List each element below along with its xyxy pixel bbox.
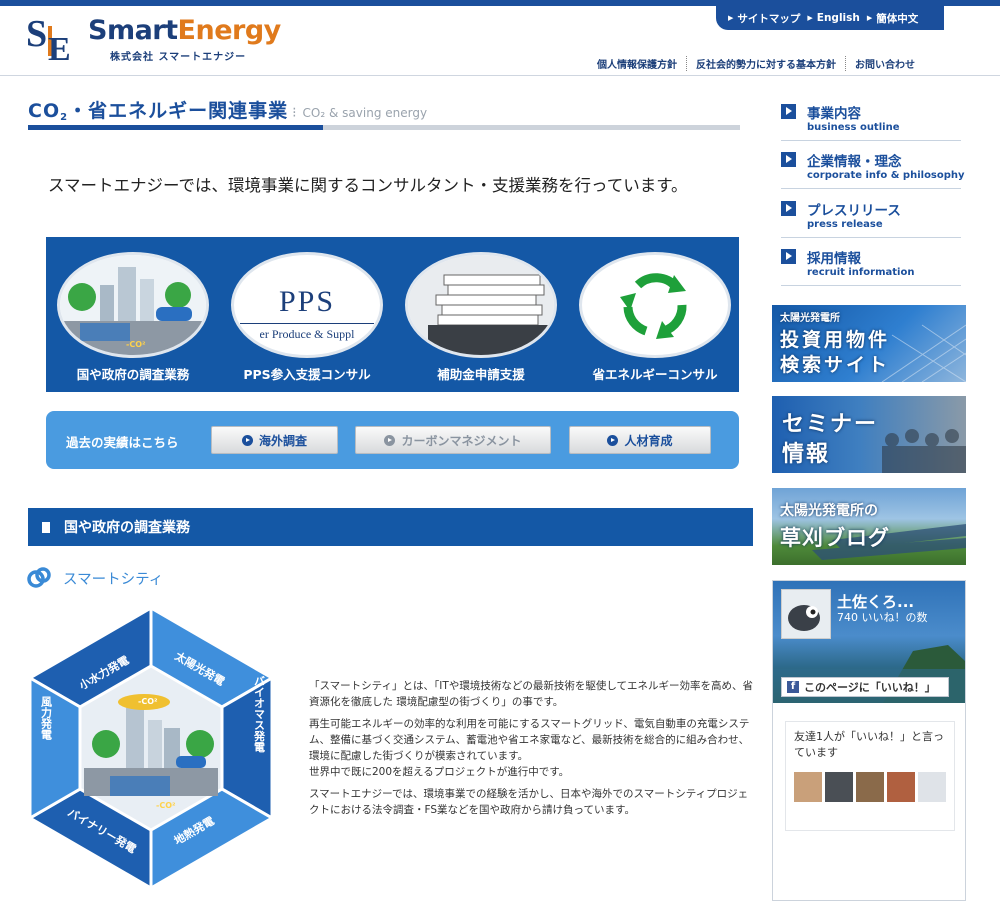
utility-nav: 個人情報保護方針 反社会的勢力に対する基本方針 お問い合わせ	[588, 56, 924, 71]
body-text: 「スマートシティ」とは、「ITや環境技術などの最新技術を駆使してエネルギー効率を…	[309, 678, 754, 824]
privacy-policy-link[interactable]: 個人情報保護方針	[588, 56, 686, 71]
logo-name: SmartEnergy	[88, 15, 281, 46]
logo-subtitle: 株式会社 スマートエナジー	[110, 52, 247, 63]
co2-label-bottom: -CO²	[156, 801, 176, 810]
seminar-banner[interactable]: セミナー 情報	[772, 396, 966, 473]
friends-text: 友達1人が「いいね！」と言っています	[794, 730, 944, 759]
friend-avatar[interactable]	[918, 772, 946, 802]
segment-biomass: バイオマス発電	[253, 675, 267, 753]
service-image-city: -CO²	[57, 252, 209, 358]
arrow-right-icon	[781, 249, 796, 264]
paragraph: スマートエナジーでは、環境事業での経験を活かし、日本や海外でのスマートシティプロ…	[309, 788, 749, 816]
facebook-cover-image: 土佐くろ... 740 いいね！の数 f このページに「いいね！」	[773, 581, 965, 703]
carbon-management-button[interactable]: カーボンマネジメント	[355, 426, 551, 454]
subsection-heading: スマートシティ	[27, 566, 163, 590]
friend-avatar[interactable]	[794, 772, 822, 802]
segment-wind: 風力発電	[40, 696, 54, 741]
friend-avatar[interactable]	[825, 772, 853, 802]
service-label: 省エネルギーコンサル	[592, 367, 718, 382]
svg-text:-CO²: -CO²	[126, 340, 146, 349]
page-avatar[interactable]	[781, 589, 831, 639]
square-bullet-icon	[42, 521, 50, 533]
facebook-like-button[interactable]: f このページに「いいね！」	[781, 677, 949, 697]
anti-social-policy-link[interactable]: 反社会的勢力に対する基本方針	[686, 56, 845, 71]
paragraph: 「スマートシティ」とは、「ITや環境技術などの最新技術を駆使してエネルギー効率を…	[309, 680, 753, 708]
achievements-bar: 過去の実績はこちら 海外調査 カーボンマネジメント 人材育成	[46, 411, 739, 469]
page-title-en: CO₂ & saving energy	[302, 106, 428, 120]
friend-avatar[interactable]	[856, 772, 884, 802]
svg-text:E: E	[48, 31, 71, 64]
facebook-widget: 土佐くろ... 740 いいね！の数 f このページに「いいね！」 友達1人が「い…	[772, 580, 966, 901]
arrow-right-icon	[781, 152, 796, 167]
investment-property-banner[interactable]: 太陽光発電所 投資用物件 検索サイト	[772, 305, 966, 382]
service-subsidy-support[interactable]: 補助金申請支援	[401, 247, 561, 387]
paragraph: 再生可能エネルギーの効率的な利用を可能にするスマートグリッド、電気自動車の充電シ…	[309, 718, 750, 778]
service-energy-saving[interactable]: 省エネルギーコンサル	[575, 247, 735, 387]
triangle-right-icon: ▶	[807, 14, 813, 22]
services-panel: -CO² 国や政府の調査業務 PPS er Produce & Suppl PP…	[46, 237, 739, 392]
section-title: 国や政府の調査業務	[64, 520, 190, 536]
lead-text: スマートエナジーでは、環境事業に関するコンサルタント・支援業務を行っています。	[48, 176, 688, 195]
service-label: 補助金申請支援	[437, 367, 525, 382]
page-title: CO2・省エネルギー関連事業 ⁝ CO₂ & saving energy	[28, 100, 428, 123]
weeding-blog-banner[interactable]: 太陽光発電所の 草刈ブログ	[772, 488, 966, 565]
svg-text:S: S	[26, 13, 47, 55]
smart-city-hexagon-diagram: -CO² -CO² 小水力発電 太陽光発電 バイオマス発電 地熱発電 バイナリー…	[27, 608, 275, 888]
hr-development-button[interactable]: 人材育成	[569, 426, 711, 454]
english-link[interactable]: ▶ English	[807, 12, 859, 24]
chinese-link[interactable]: ▶ 簡体中文	[867, 11, 918, 26]
logo-mark-icon: S E	[26, 13, 71, 64]
arrow-right-icon	[781, 104, 796, 119]
co2-label-top: -CO²	[138, 697, 158, 706]
play-icon	[241, 434, 253, 446]
play-icon	[607, 434, 619, 446]
sitemap-link[interactable]: ▶ サイトマップ	[728, 11, 800, 26]
recycle-icon	[579, 252, 731, 358]
service-image-documents	[405, 252, 557, 358]
play-icon	[384, 434, 396, 446]
service-government-survey[interactable]: -CO² 国や政府の調査業務	[53, 247, 213, 387]
like-count: 740 いいね！の数	[837, 611, 928, 624]
triangle-right-icon: ▶	[866, 14, 873, 22]
overseas-survey-button[interactable]: 海外調査	[211, 426, 338, 454]
smart-city-icon	[27, 567, 51, 588]
service-image-pps: PPS er Produce & Suppl	[231, 252, 383, 358]
service-label: PPS参入支援コンサル	[243, 367, 371, 382]
friends-box: 友達1人が「いいね！」と言っています	[785, 721, 955, 831]
achievements-title: 過去の実績はこちら	[66, 435, 179, 450]
title-underline	[28, 125, 740, 130]
triangle-right-icon: ▶	[728, 14, 734, 22]
service-label: 国や政府の調査業務	[76, 367, 190, 382]
logo[interactable]: S E SmartEnergy 株式会社 スマートエナジー	[26, 12, 286, 66]
contact-link[interactable]: お問い合わせ	[845, 56, 924, 71]
language-nav: ▶ サイトマップ ▶ English ▶ 簡体中文	[716, 6, 944, 30]
header-divider	[0, 75, 1000, 76]
service-pps-consulting[interactable]: PPS er Produce & Suppl PPS参入支援コンサル	[227, 247, 387, 387]
friend-avatar[interactable]	[887, 772, 915, 802]
section-header: 国や政府の調査業務	[28, 508, 753, 546]
facebook-icon: f	[787, 681, 799, 693]
arrow-right-icon	[781, 201, 796, 216]
